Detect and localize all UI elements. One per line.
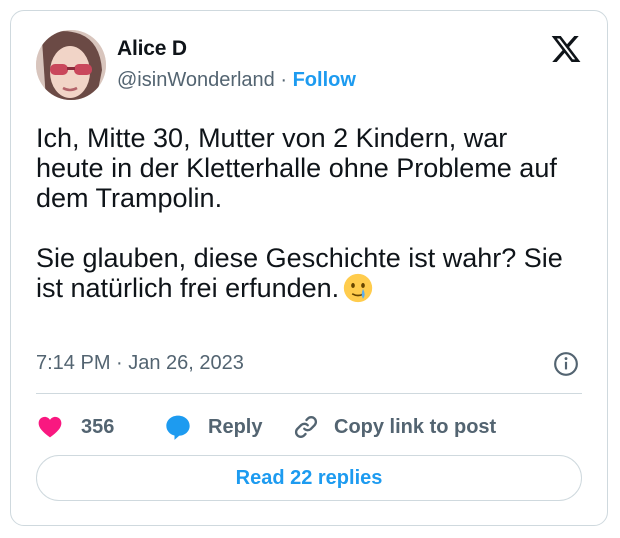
tweet-timestamp[interactable]: 7:14 PM · Jan 26, 2023 bbox=[36, 352, 244, 375]
action-bar: 356 Reply Copy link to post bbox=[36, 412, 596, 442]
author-name[interactable]: Alice D bbox=[117, 37, 187, 61]
heart-icon bbox=[38, 416, 62, 438]
copy-link-label: Copy link to post bbox=[334, 415, 497, 438]
face-holding-back-tears-icon bbox=[344, 273, 373, 303]
like-button[interactable]: 356 bbox=[36, 412, 114, 442]
read-replies-button[interactable]: Read 22 replies bbox=[36, 455, 582, 501]
author-handle-row: @isinWonderland · Follow bbox=[117, 69, 356, 92]
info-icon[interactable] bbox=[553, 351, 579, 377]
tweet-text-paragraph-1: Ich, Mitte 30, Mutter von 2 Kindern, war… bbox=[36, 123, 557, 213]
avatar[interactable] bbox=[36, 30, 106, 100]
copy-link-button[interactable]: Copy link to post bbox=[292, 412, 496, 442]
separator-dot: · bbox=[280, 69, 288, 91]
divider bbox=[36, 393, 582, 394]
avatar-photo bbox=[36, 30, 106, 100]
reply-button[interactable]: Reply bbox=[164, 412, 262, 442]
speech-bubble-icon bbox=[166, 415, 190, 440]
tweet-text-paragraph-2: Sie glauben, diese Geschichte ist wahr? … bbox=[36, 243, 581, 303]
reply-label: Reply bbox=[208, 415, 263, 438]
author-handle[interactable]: @isinWonderland bbox=[117, 69, 275, 91]
follow-button[interactable]: Follow bbox=[293, 69, 356, 91]
tweet-text-paragraph-2-text: Sie glauben, diese Geschichte ist wahr? … bbox=[36, 243, 563, 303]
tweet-card: Alice D @isinWonderland · Follow Ich, Mi… bbox=[10, 10, 608, 526]
tweet-text: Ich, Mitte 30, Mutter von 2 Kindern, war… bbox=[36, 123, 581, 303]
x-logo-icon[interactable] bbox=[550, 33, 582, 65]
link-icon bbox=[294, 416, 318, 438]
like-count: 356 bbox=[81, 415, 115, 438]
